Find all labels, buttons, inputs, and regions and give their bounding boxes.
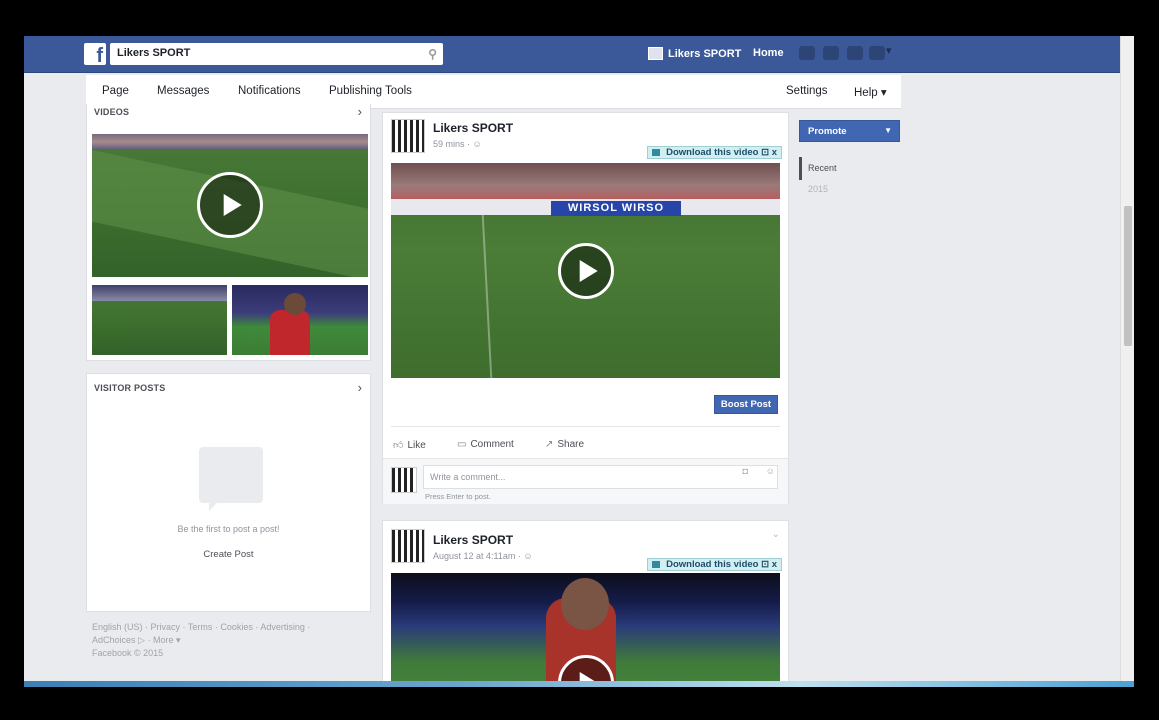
download-close-icon[interactable]: ⊡ x xyxy=(758,147,777,158)
footer-links: English (US) · Privacy · Terms · Cookies… xyxy=(92,621,337,660)
video-thumbnail[interactable] xyxy=(232,285,368,355)
nav-settings[interactable]: Settings xyxy=(786,85,828,97)
post-author-name[interactable]: Likers SPORT xyxy=(433,533,513,547)
promote-button[interactable]: Promote ▼ xyxy=(799,120,900,142)
promote-label: Promote xyxy=(808,126,847,137)
search-input[interactable]: Likers SPORT ⚲ xyxy=(110,43,443,65)
comment-hint: Press Enter to post. xyxy=(425,492,491,501)
notifications-icon[interactable] xyxy=(847,46,863,60)
footer-copyright: Facebook © 2015 xyxy=(92,648,164,658)
chevron-right-icon[interactable]: › xyxy=(358,104,362,119)
search-value: Likers SPORT xyxy=(117,47,191,59)
search-icon[interactable]: ⚲ xyxy=(428,47,437,61)
post-video-player[interactable] xyxy=(391,573,780,684)
boost-post-button[interactable]: Boost Post xyxy=(714,395,778,414)
visitor-empty-text: Be the first to post a post! xyxy=(177,524,280,534)
page-thumbnail-icon xyxy=(648,47,663,60)
commenter-avatar xyxy=(391,467,417,493)
camera-icon[interactable]: ◘ xyxy=(743,466,748,476)
like-label: Like xyxy=(407,439,426,451)
download-video-button[interactable]: Download this video ⊡ x xyxy=(647,558,782,571)
post-video-player[interactable]: WIRSOL WIRSO xyxy=(391,163,780,378)
account-menu-icon[interactable]: ▾ xyxy=(886,44,892,57)
timeline-recent-link[interactable]: Recent xyxy=(808,163,837,173)
comment-composer: Write a comment... ◘ ☺ Press Enter to po… xyxy=(383,458,788,504)
like-button[interactable]: 👍︎ Like xyxy=(393,439,426,452)
download-label: Download this video xyxy=(666,559,759,570)
messages-icon[interactable] xyxy=(823,46,839,60)
facebook-top-bar: f Likers SPORT ⚲ Likers SPORT Home ▾ xyxy=(24,36,1120,73)
speech-bubble-icon xyxy=(199,447,263,511)
caret-down-icon: ▼ xyxy=(884,126,892,135)
nav-notifications[interactable]: Notifications xyxy=(238,85,301,97)
footer-link-list[interactable]: English (US) · Privacy · Terms · Cookies… xyxy=(92,621,337,647)
browser-viewport: f Likers SPORT ⚲ Likers SPORT Home ▾ Pag… xyxy=(24,36,1134,684)
download-close-icon[interactable]: ⊡ x xyxy=(758,559,777,570)
nav-publishing-tools[interactable]: Publishing Tools xyxy=(329,85,412,97)
download-label: Download this video xyxy=(666,147,759,158)
facebook-logo-icon[interactable]: f xyxy=(84,43,106,65)
scrollbar-thumb[interactable] xyxy=(1124,206,1132,346)
video-post: Likers SPORT 59 mins · ☺ Download this v… xyxy=(382,112,789,504)
home-link[interactable]: Home xyxy=(753,47,784,59)
post-author-name[interactable]: Likers SPORT xyxy=(433,121,513,135)
chevron-right-icon[interactable]: › xyxy=(358,380,362,395)
os-taskbar xyxy=(24,681,1134,687)
video-thumbnail[interactable] xyxy=(92,285,227,355)
share-label: Share xyxy=(557,439,585,450)
videos-card: VIDEOS › xyxy=(86,104,371,361)
share-button[interactable]: ↗ Share xyxy=(545,439,584,450)
timeline-selected-indicator xyxy=(799,157,802,180)
visitor-posts-title: VISITOR POSTS xyxy=(94,383,166,393)
page-avatar[interactable] xyxy=(391,529,425,563)
profile-page-label: Likers SPORT xyxy=(668,47,742,60)
sticker-icon[interactable]: ☺ xyxy=(766,466,775,476)
video-post: Likers SPORT August 12 at 4:11am · ☺ ⌄ D… xyxy=(382,520,789,684)
page-avatar[interactable] xyxy=(391,119,425,153)
post-timestamp[interactable]: 59 mins · ☺ xyxy=(433,139,482,149)
videos-title: VIDEOS xyxy=(94,107,130,117)
privacy-shortcuts-icon[interactable] xyxy=(869,46,885,60)
visitor-posts-card: VISITOR POSTS › Be the first to post a p… xyxy=(86,373,371,612)
profile-page-link[interactable]: Likers SPORT xyxy=(648,47,741,60)
comment-button[interactable]: ▭ Comment xyxy=(457,439,514,450)
post-timestamp[interactable]: August 12 at 4:11am · ☺ xyxy=(433,551,533,561)
play-icon[interactable] xyxy=(197,172,263,238)
like-icon: 👍︎ xyxy=(393,440,404,451)
nav-help[interactable]: Help ▾ xyxy=(854,85,887,99)
comment-label: Comment xyxy=(470,439,514,450)
download-video-button[interactable]: Download this video ⊡ x xyxy=(647,146,782,159)
vertical-scrollbar[interactable] xyxy=(1120,36,1134,684)
play-icon[interactable] xyxy=(558,243,614,299)
nav-page[interactable]: Page xyxy=(102,85,129,97)
advertising-board: WIRSOL WIRSO xyxy=(551,201,681,216)
comment-input[interactable]: Write a comment... xyxy=(423,465,778,489)
create-post-link[interactable]: Create Post xyxy=(87,549,370,560)
post-options-icon[interactable]: ⌄ xyxy=(772,529,780,540)
nav-messages[interactable]: Messages xyxy=(157,85,209,97)
comment-icon: ▭ xyxy=(457,439,467,450)
share-icon: ↗ xyxy=(545,439,554,450)
friend-requests-icon[interactable] xyxy=(799,46,815,60)
timeline-year-link[interactable]: 2015 xyxy=(808,184,828,194)
featured-video-thumbnail[interactable] xyxy=(92,134,368,277)
